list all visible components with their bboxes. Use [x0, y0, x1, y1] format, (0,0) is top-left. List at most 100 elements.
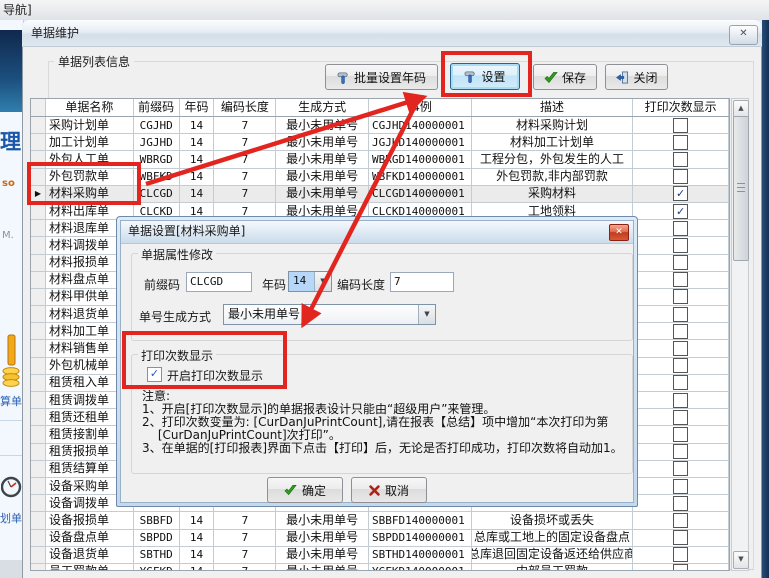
dropdown-button[interactable]: ▼ [314, 272, 331, 291]
cell-name: 外包人工单 [46, 151, 134, 167]
print-flag-checkbox[interactable] [673, 238, 688, 253]
nav-item-partial-1[interactable]: 算单 [0, 393, 22, 409]
table-row[interactable]: 外包人工单WBRGD147最小未用单号WBRGD140000001工程分包，外包… [31, 151, 729, 168]
cell-year: 14 [180, 186, 215, 202]
cell-prefix: SBPDD [134, 530, 180, 546]
cell-desc: 内部员工罚款 [472, 564, 634, 571]
print-count-groupbox-label: 打印次数显示 [138, 347, 216, 364]
column-header: 前缀码 [134, 99, 180, 116]
cell-print-flag [633, 530, 729, 546]
down-arrow-icon: ▼ [738, 555, 743, 563]
note-line: 1、开启[打印次数显示]的单据报表设计只能由“超级用户”来管理。 [142, 403, 627, 416]
close-button[interactable]: 关闭 [605, 64, 668, 90]
print-flag-checkbox[interactable] [673, 564, 688, 571]
cell-print-flag [633, 323, 729, 339]
cell-length: 7 [214, 151, 276, 167]
cell-prefix: JGJHD [134, 134, 180, 150]
length-input[interactable]: 7 [390, 272, 454, 292]
ok-label: 确定 [302, 482, 326, 499]
print-flag-checkbox[interactable]: ✓ [673, 204, 688, 219]
column-header: 描述 [472, 99, 634, 116]
print-flag-checkbox[interactable] [673, 461, 688, 476]
prefix-input[interactable]: CLCGD [186, 272, 252, 292]
cell-desc: 设备损坏或丢失 [472, 512, 634, 528]
exit-door-icon [615, 71, 629, 84]
print-flag-checkbox[interactable] [673, 375, 688, 390]
row-gutter [31, 461, 46, 477]
print-flag-checkbox[interactable] [673, 547, 688, 562]
dialog-titlebar: 单据设置[材料采购单] [121, 221, 633, 244]
column-header: 单据名称 [46, 99, 134, 116]
print-flag-checkbox[interactable] [673, 169, 688, 184]
cancel-button[interactable]: 取消 [351, 477, 427, 503]
window-close-button[interactable]: ✕ [729, 25, 758, 45]
cell-prefix: WBFKD [134, 169, 180, 185]
row-gutter [31, 530, 46, 546]
cell-print-flag: ✓ [633, 203, 729, 219]
window-title: 单据维护 [31, 26, 79, 40]
table-row[interactable]: 外包罚款单WBFKD147最小未用单号WBFKD140000001外包罚款,非内… [31, 169, 729, 186]
cell-desc: 外包罚款,非内部罚款 [472, 169, 634, 185]
table-vertical-scrollbar[interactable]: ▲ ▼ [731, 98, 749, 571]
table-row[interactable]: 员工罚款单YGFKD147最小未用单号YGFKD140000001内部员工罚款 [31, 564, 729, 571]
dialog-close-button[interactable]: ✕ [609, 224, 629, 241]
row-gutter [31, 323, 46, 339]
cell-generation: 最小未用单号 [276, 512, 369, 528]
cell-print-flag [633, 306, 729, 322]
print-flag-checkbox[interactable] [673, 307, 688, 322]
print-flag-checkbox[interactable] [673, 272, 688, 287]
print-flag-checkbox[interactable] [673, 255, 688, 270]
dropdown-button[interactable]: ▼ [418, 305, 435, 324]
print-flag-checkbox[interactable] [673, 530, 688, 545]
print-flag-checkbox[interactable] [673, 427, 688, 442]
row-gutter [31, 478, 46, 494]
print-flag-checkbox[interactable] [673, 152, 688, 167]
scrollbar-thumb[interactable] [733, 116, 749, 261]
print-flag-checkbox[interactable] [673, 358, 688, 373]
print-flag-checkbox[interactable] [673, 289, 688, 304]
nav-item-partial-2[interactable]: 划单 [0, 510, 22, 526]
print-flag-checkbox[interactable] [673, 393, 688, 408]
print-flag-checkbox[interactable] [673, 221, 688, 236]
cell-name: 外包罚款单 [46, 169, 134, 185]
yearcode-select[interactable]: 14 ▼ [288, 271, 332, 292]
note-line: [CurDanJuPrintCount]次打印”。 [142, 429, 627, 442]
scroll-down-button[interactable]: ▼ [733, 551, 749, 569]
table-row[interactable]: 设备退货单SBTHD147最小未用单号SBTHD140000001总库退回固定设… [31, 547, 729, 564]
cell-generation: 最小未用单号 [276, 151, 369, 167]
cell-example: WBRGD140000001 [369, 151, 472, 167]
save-button[interactable]: 保存 [533, 64, 597, 90]
print-flag-checkbox[interactable] [673, 118, 688, 133]
scrollbar-grip [737, 183, 745, 192]
cell-print-flag [633, 375, 729, 391]
print-flag-checkbox[interactable]: ✓ [673, 186, 688, 201]
print-flag-checkbox[interactable] [673, 496, 688, 511]
print-flag-checkbox[interactable] [673, 444, 688, 459]
settings-button[interactable]: 设置 [450, 63, 520, 90]
print-flag-checkbox[interactable] [673, 479, 688, 494]
close-icon: ✕ [615, 227, 623, 237]
cell-prefix: SBTHD [134, 547, 180, 563]
ok-button[interactable]: 确定 [267, 477, 343, 503]
length-label: 编码长度 [337, 276, 385, 293]
cell-print-flag [633, 495, 729, 511]
cell-example: WBFKD140000001 [369, 169, 472, 185]
table-row[interactable]: 采购计划单CGJHD147最小未用单号CGJHD140000001材料采购计划 [31, 117, 729, 134]
print-flag-checkbox[interactable] [673, 324, 688, 339]
print-flag-checkbox[interactable] [673, 341, 688, 356]
batch-set-yearcode-button[interactable]: 批量设置年码 [325, 64, 438, 90]
cell-print-flag [633, 169, 729, 185]
table-row[interactable]: 加工计划单JGJHD147最小未用单号JGJHD140000001材料加工计划单 [31, 134, 729, 151]
print-count-checkbox[interactable]: ✓ [147, 367, 162, 382]
print-flag-checkbox[interactable] [673, 135, 688, 150]
table-row[interactable]: 设备报损单SBBFD147最小未用单号SBBFD140000001设备损坏或丢失 [31, 512, 729, 529]
print-flag-checkbox[interactable] [673, 513, 688, 528]
row-gutter [31, 512, 46, 528]
generation-mode-select[interactable]: 最小未用单号 ▼ [223, 304, 436, 325]
table-row[interactable]: ▶材料采购单CLCGD147最小未用单号CLCGD140000001采购材料✓ [31, 186, 729, 203]
nav-panel-bottom [0, 560, 23, 578]
print-flag-checkbox[interactable] [673, 410, 688, 425]
table-row[interactable]: 设备盘点单SBPDD147最小未用单号SBPDD140000001总库或工地上的… [31, 530, 729, 547]
cell-generation: 最小未用单号 [276, 134, 369, 150]
cell-desc: 总库退回固定设备返还给供应商 [472, 547, 634, 563]
